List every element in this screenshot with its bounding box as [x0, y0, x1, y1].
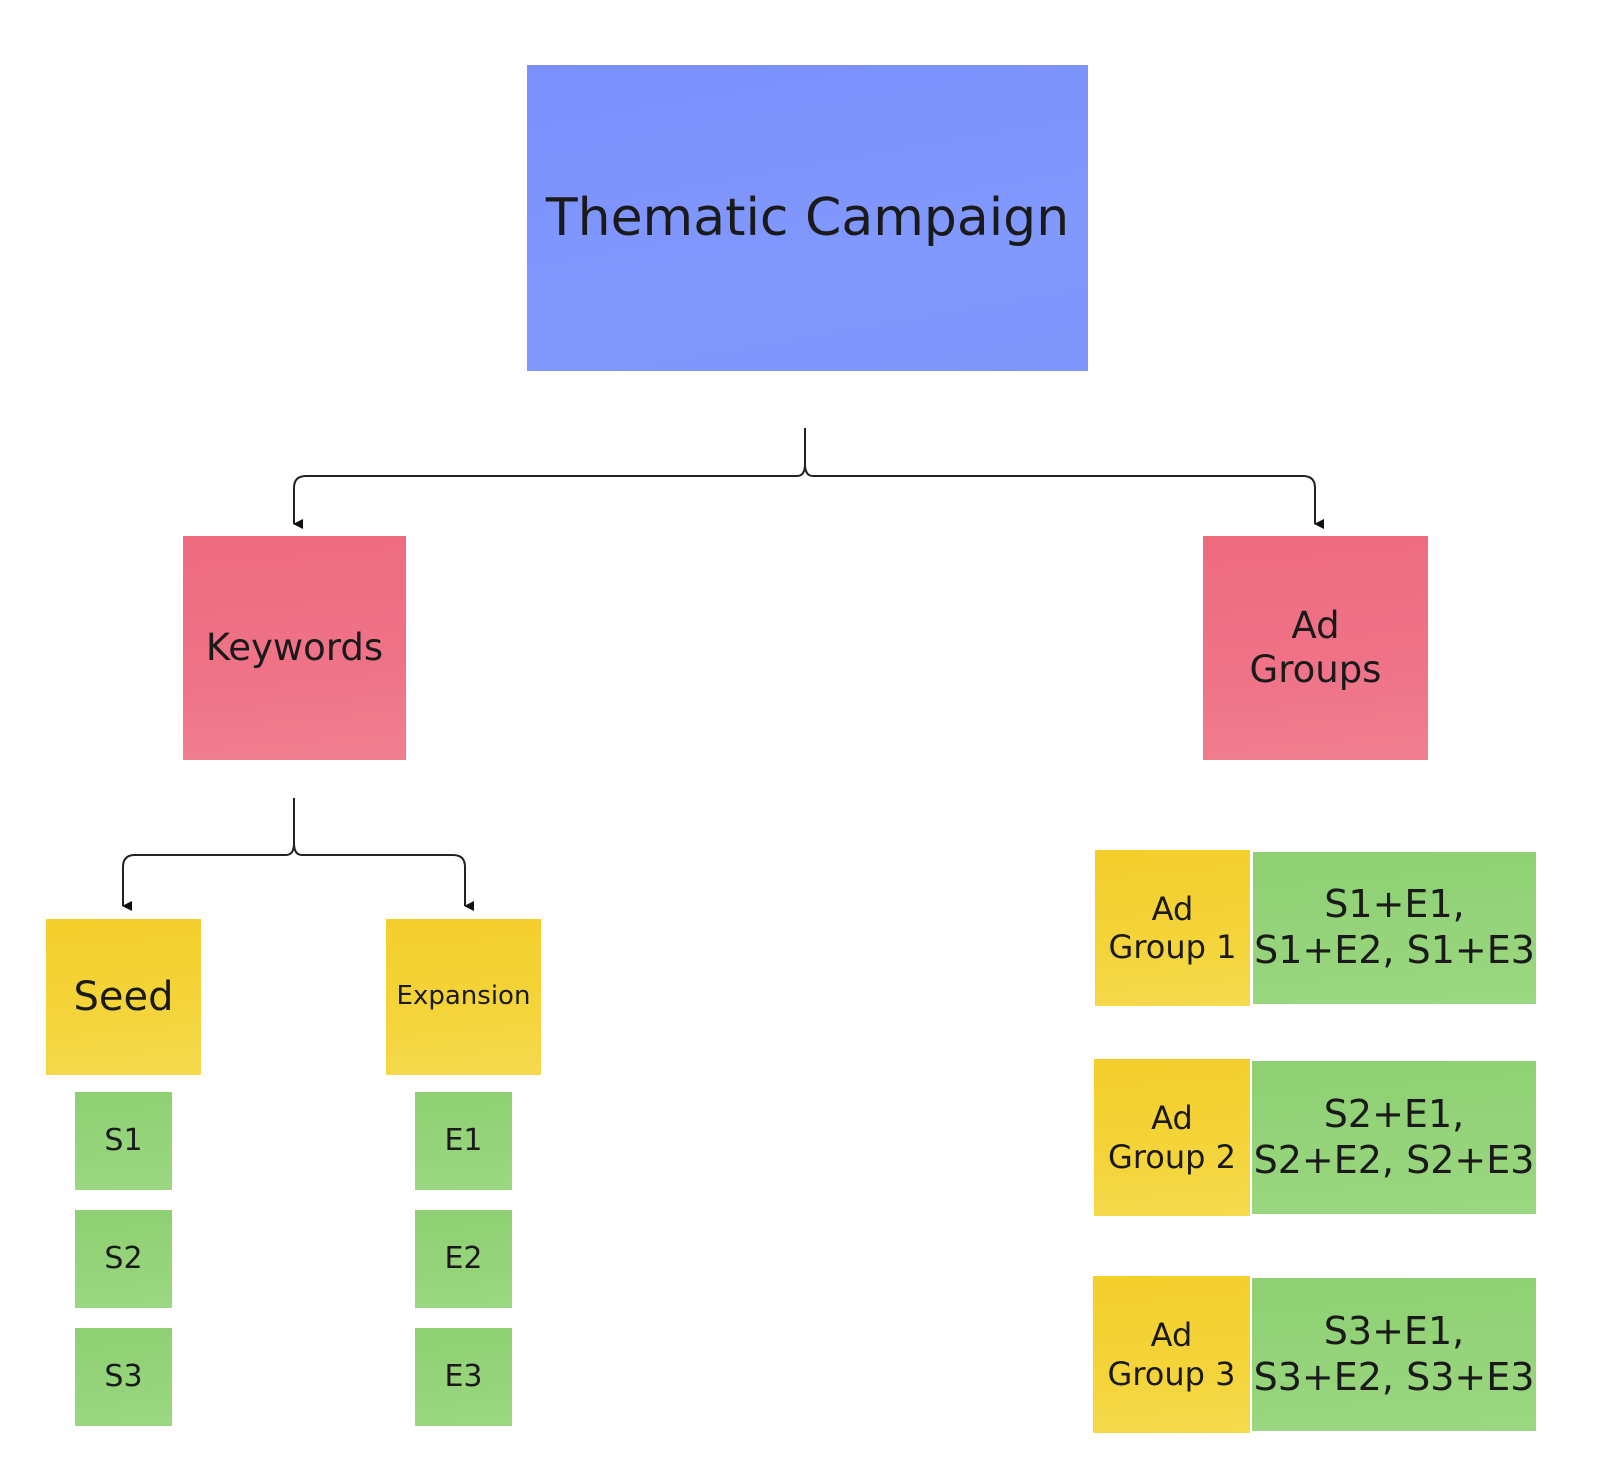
connector-keywords-to-seed — [122, 854, 286, 911]
seed-item-s1[interactable]: S1 — [75, 1092, 172, 1190]
ad-group-3-label-note[interactable]: Ad Group 3 — [1093, 1276, 1250, 1433]
connector-root-stem — [796, 428, 806, 477]
root-node-label: Thematic Campaign — [545, 187, 1070, 248]
connector-keywords-to-expansion — [293, 842, 474, 911]
expansion-item-e3[interactable]: E3 — [415, 1328, 512, 1426]
branch-node-label: Keywords — [205, 625, 384, 669]
keyword-type-expansion[interactable]: Expansion — [386, 919, 541, 1075]
seed-item-label: S2 — [104, 1241, 143, 1276]
ad-group-label: Ad Group 3 — [1107, 1316, 1236, 1393]
ad-group-label: Ad Group 2 — [1108, 1099, 1236, 1176]
connector-root-to-adgroups — [804, 463, 1324, 529]
ad-group-combos: S3+E1, S3+E2, S3+E3 — [1253, 1308, 1535, 1399]
keyword-type-seed[interactable]: Seed — [46, 919, 201, 1075]
seed-item-label: S1 — [104, 1123, 143, 1158]
expansion-item-e1[interactable]: E1 — [415, 1092, 512, 1190]
ad-group-2-label-note[interactable]: Ad Group 2 — [1094, 1059, 1250, 1216]
ad-group-3-combos-note[interactable]: S3+E1, S3+E2, S3+E3 — [1252, 1278, 1536, 1431]
connector-root-to-keywords — [293, 475, 797, 529]
expansion-item-label: E3 — [444, 1359, 483, 1394]
seed-item-label: S3 — [104, 1359, 143, 1394]
root-node-thematic-campaign[interactable]: Thematic Campaign — [527, 65, 1088, 371]
ad-group-combos: S1+E1, S1+E2, S1+E3 — [1254, 882, 1535, 972]
connector-keywords-stem — [285, 798, 295, 856]
branch-node-keywords[interactable]: Keywords — [183, 536, 406, 760]
expansion-item-label: E2 — [444, 1241, 483, 1276]
ad-group-combos: S2+E1, S2+E2, S2+E3 — [1253, 1091, 1535, 1182]
expansion-item-e2[interactable]: E2 — [415, 1210, 512, 1308]
branch-node-ad-groups[interactable]: Ad Groups — [1203, 536, 1428, 760]
keyword-type-label: Expansion — [396, 981, 531, 1012]
seed-item-s2[interactable]: S2 — [75, 1210, 172, 1308]
keyword-type-label: Seed — [73, 974, 174, 1020]
expansion-item-label: E1 — [444, 1123, 483, 1158]
ad-group-label: Ad Group 1 — [1108, 889, 1237, 966]
ad-group-1-label-note[interactable]: Ad Group 1 — [1095, 850, 1250, 1006]
seed-item-s3[interactable]: S3 — [75, 1328, 172, 1426]
branch-node-label: Ad Groups — [1249, 603, 1382, 691]
ad-group-2-combos-note[interactable]: S2+E1, S2+E2, S2+E3 — [1252, 1061, 1536, 1214]
ad-group-1-combos-note[interactable]: S1+E1, S1+E2, S1+E3 — [1253, 852, 1536, 1004]
